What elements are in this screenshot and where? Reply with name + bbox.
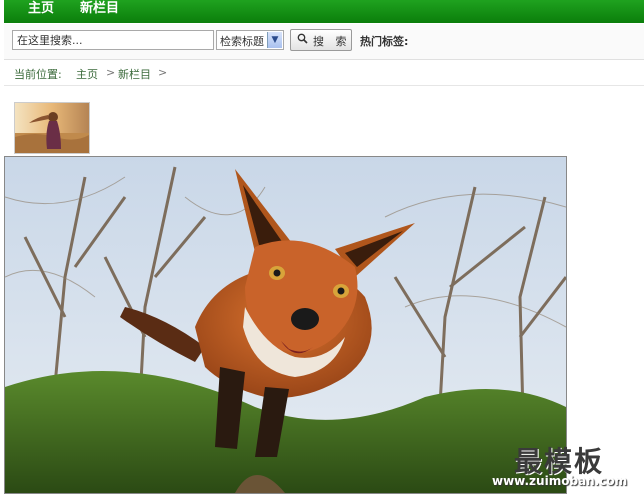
nav-item-new-column[interactable]: 新栏目 — [80, 0, 119, 18]
nav-item-home[interactable]: 主页 — [28, 0, 54, 18]
search-input[interactable] — [12, 30, 214, 50]
top-nav-bar: 主页 新栏目 — [4, 0, 644, 23]
thumbnail-image[interactable] — [14, 102, 90, 154]
breadcrumb-prefix: 当前位置: — [14, 68, 62, 81]
search-scope-select[interactable]: 检索标题 ▼ — [216, 30, 284, 50]
search-scope-value: 检索标题 — [220, 35, 264, 48]
breadcrumb-separator: > — [158, 66, 168, 79]
breadcrumb: 当前位置: 主页 > 新栏目 > — [4, 61, 644, 86]
main-photo — [4, 156, 567, 494]
watermark-url: www.zuimoban.com — [492, 474, 628, 488]
search-icon — [297, 33, 308, 47]
breadcrumb-item-home[interactable]: 主页 — [76, 66, 98, 82]
breadcrumb-item-new-column[interactable]: 新栏目 — [118, 66, 151, 82]
breadcrumb-separator: > — [106, 66, 116, 79]
search-button-label: 搜 索 — [313, 35, 351, 48]
hot-tags-label: 热门标签: — [360, 35, 409, 48]
chevron-down-icon[interactable]: ▼ — [267, 32, 282, 48]
search-bar: 检索标题 ▼ 搜 索 热门标签: — [4, 24, 644, 60]
search-button[interactable]: 搜 索 — [290, 29, 352, 51]
